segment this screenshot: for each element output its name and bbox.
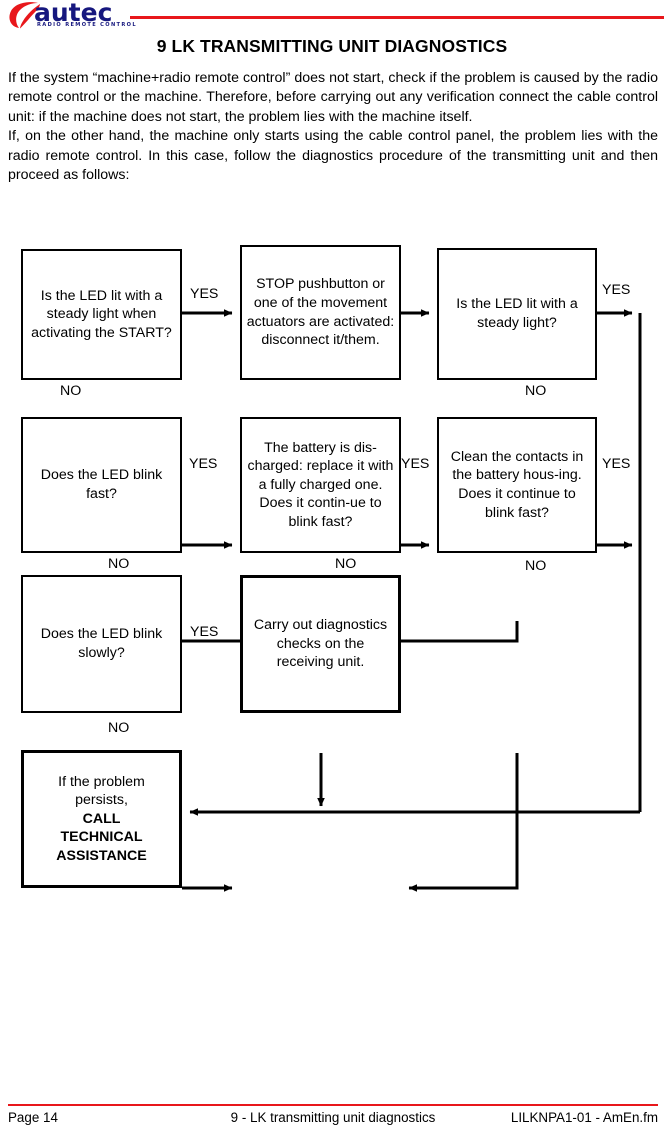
flowchart-box-a4-text: Carry out diagnostics checks on the rece… (253, 617, 388, 671)
flowchart-label-no-a2: NO (335, 556, 357, 572)
flowchart-box-a3-text: Clean the contacts in the battery hous-i… (450, 448, 584, 521)
flowchart-label-no-q4: NO (108, 720, 130, 736)
flowchart-box-a2-text: The battery is dis-charged: replace it w… (247, 439, 394, 530)
flowchart-label-yes-q1: YES (190, 286, 219, 302)
flowchart-box-q3-text: Does the LED blink fast? (40, 467, 163, 502)
flowchart-label-yes-a3: YES (602, 456, 631, 472)
flowchart-box-q3: Does the LED blink fast? (21, 417, 182, 553)
page-header: autec RADIO REMOTE CONTROL (0, 0, 664, 32)
end-line-1: If the problem (58, 773, 145, 790)
flowchart-box-a2: The battery is dis-charged: replace it w… (240, 417, 401, 553)
flowchart-box-a1: STOP pushbutton or one of the movement a… (240, 245, 401, 380)
footer-document-code: LILKNPA1-01 - AmEn.fm (510, 1110, 658, 1125)
flowchart-label-yes-a2: YES (401, 456, 430, 472)
footer-accent-rule (8, 1104, 658, 1106)
flowchart-label-no-q3: NO (108, 556, 130, 572)
flowchart-label-yes-q2: YES (602, 282, 631, 298)
header-accent-rule (130, 16, 664, 19)
flowchart-box-a3: Clean the contacts in the battery hous-i… (437, 417, 597, 553)
page-title: 9 LK TRANSMITTING UNIT DIAGNOSTICS (156, 36, 508, 56)
end-line-2: persists, (75, 792, 128, 809)
autec-logo: autec RADIO REMOTE CONTROL (8, 0, 138, 31)
diagnostics-flowchart: a1 --> right rail --> feedback to q3 -->… (0, 240, 664, 900)
end-line-5: ASSISTANCE (56, 847, 147, 864)
flowchart-label-yes-q4: YES (190, 624, 219, 640)
flowchart-box-call-assistance: If the problem persists, CALL TECHNICAL … (21, 750, 182, 888)
flowchart-box-a1-text: STOP pushbutton or one of the movement a… (246, 276, 395, 349)
flowchart-box-q4-text: Does the LED blink slowly? (40, 626, 163, 661)
flowchart-box-q1-text: Is the LED lit with a steady light when … (31, 287, 172, 341)
flowchart-label-no-q1: NO (60, 383, 82, 399)
flowchart-box-q2: Is the LED lit with a steady light? (437, 248, 597, 380)
flowchart-label-no-q2: NO (525, 383, 547, 399)
end-line-3: CALL (82, 810, 121, 827)
flowchart-box-call-assistance-text: If the problem persists, CALL TECHNICAL … (28, 773, 175, 866)
end-line-4: TECHNICAL (60, 829, 143, 846)
flowchart-label-no-a3: NO (525, 558, 547, 574)
flowchart-box-q2-text: Is the LED lit with a steady light? (456, 296, 578, 331)
intro-paragraph-1: If the system “machine+radio remote cont… (8, 70, 658, 125)
page-footer: Page 14 9 - LK transmitting unit diagnos… (8, 1108, 658, 1128)
flowchart-box-a4: Carry out diagnostics checks on the rece… (240, 575, 401, 713)
flowchart-label-yes-q3: YES (189, 456, 218, 472)
edge-a3-no (408, 753, 519, 892)
logo-tagline: RADIO REMOTE CONTROL (37, 22, 137, 28)
flowchart-box-q4: Does the LED blink slowly? (21, 575, 182, 713)
intro-text: If the system “machine+radio remote cont… (8, 69, 658, 185)
logo-wordmark: autec (34, 0, 113, 27)
flowchart-box-q1: Is the LED lit with a steady light when … (21, 249, 182, 380)
intro-paragraph-2: If, on the other hand, the machine only … (8, 128, 658, 184)
